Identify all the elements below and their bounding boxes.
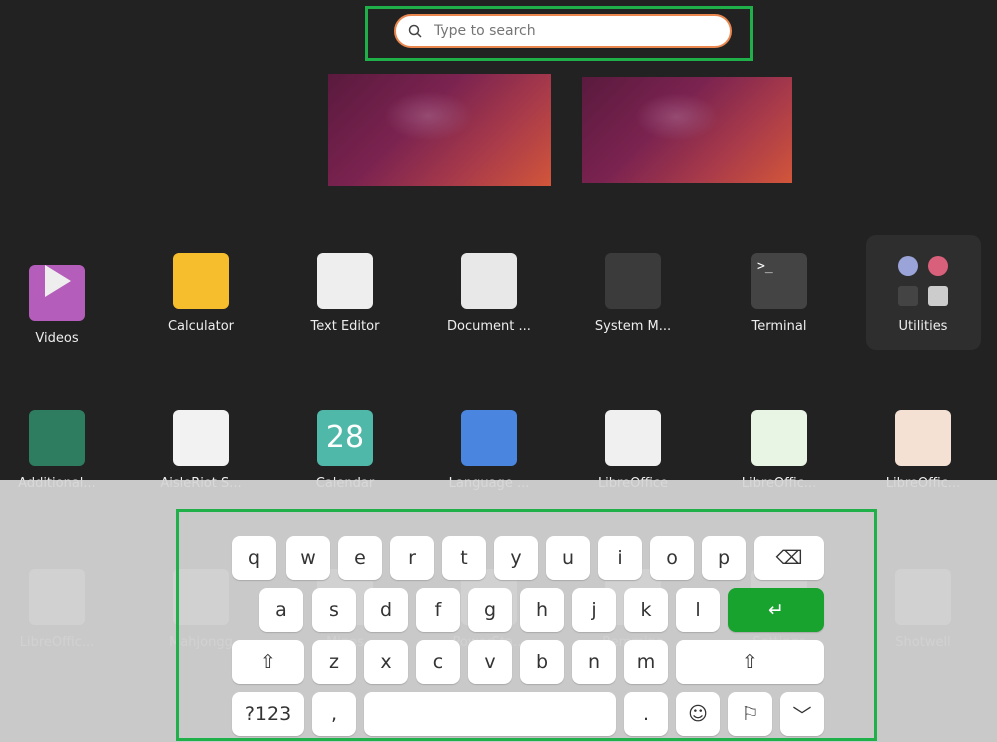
app-language-support[interactable]: Language ...	[419, 410, 559, 491]
key-l[interactable]: l	[676, 588, 720, 632]
key-c[interactable]: c	[416, 640, 460, 684]
app-label: Videos	[35, 331, 79, 346]
symbols-key[interactable]: ?123	[232, 692, 304, 736]
workspace-thumbnail-1[interactable]	[328, 74, 551, 186]
backspace-key[interactable]: ⌫	[754, 536, 824, 580]
libreoffice-impress-icon	[895, 410, 951, 466]
key-y[interactable]: y	[494, 536, 538, 580]
hide-keyboard-key[interactable]: ﹀	[780, 692, 824, 736]
app-calendar[interactable]: 28Calendar	[275, 410, 415, 491]
key-j[interactable]: j	[572, 588, 616, 632]
app-label: System M...	[594, 319, 672, 334]
app-libreoffice-calc[interactable]: LibreOffic...	[709, 410, 849, 491]
utilities-icon	[895, 253, 951, 309]
key-m[interactable]: m	[624, 640, 668, 684]
calendar-icon: 28	[317, 410, 373, 466]
key-i[interactable]: i	[598, 536, 642, 580]
app-libreoffice-impress[interactable]: LibreOffic...	[853, 410, 993, 491]
language-key[interactable]: ⚐	[728, 692, 772, 736]
app-system-monitor[interactable]: System M...	[563, 253, 703, 334]
key-z[interactable]: z	[312, 640, 356, 684]
key-p[interactable]: p	[702, 536, 746, 580]
space-key[interactable]	[364, 692, 616, 736]
key-f[interactable]: f	[416, 588, 460, 632]
key-u[interactable]: u	[546, 536, 590, 580]
key-b[interactable]: b	[520, 640, 564, 684]
enter-key[interactable]: ↵	[728, 588, 824, 632]
workspace-thumbnail-2[interactable]	[582, 77, 792, 183]
search-icon	[408, 24, 422, 38]
key-n[interactable]: n	[572, 640, 616, 684]
libreoffice-calc-icon	[751, 410, 807, 466]
period-key[interactable]: .	[624, 692, 668, 736]
app-document-viewer[interactable]: Document ...	[419, 253, 559, 334]
aisleriot-icon	[173, 410, 229, 466]
key-g[interactable]: g	[468, 588, 512, 632]
shift-key[interactable]: ⇧	[676, 640, 824, 684]
app-label: Document ...	[447, 319, 531, 334]
language-support-icon	[461, 410, 517, 466]
search-field[interactable]	[394, 14, 732, 48]
app-calculator[interactable]: Calculator	[131, 253, 271, 334]
key-a[interactable]: a	[259, 588, 303, 632]
app-label: Text Editor	[310, 319, 380, 334]
app-aisleriot[interactable]: AisleRiot S...	[131, 410, 271, 491]
comma-key[interactable]: ,	[312, 692, 356, 736]
additional-drivers-icon	[29, 410, 85, 466]
terminal-icon: >_	[751, 253, 807, 309]
app-videos[interactable]: Videos	[0, 253, 127, 346]
key-d[interactable]: d	[364, 588, 408, 632]
document-viewer-icon	[461, 253, 517, 309]
key-r[interactable]: r	[390, 536, 434, 580]
app-label: Terminal	[751, 319, 807, 334]
app-additional-drivers[interactable]: Additional...	[0, 410, 127, 491]
app-label: Calculator	[167, 319, 234, 334]
app-label: Utilities	[898, 319, 948, 334]
emoji-key[interactable]: ☺	[676, 692, 720, 736]
key-o[interactable]: o	[650, 536, 694, 580]
videos-icon	[29, 265, 85, 321]
shift-key[interactable]: ⇧	[232, 640, 304, 684]
app-text-editor[interactable]: Text Editor	[275, 253, 415, 334]
key-t[interactable]: t	[442, 536, 486, 580]
key-q[interactable]: q	[232, 536, 276, 580]
key-x[interactable]: x	[364, 640, 408, 684]
key-h[interactable]: h	[520, 588, 564, 632]
key-v[interactable]: v	[468, 640, 512, 684]
system-monitor-icon	[605, 253, 661, 309]
key-k[interactable]: k	[624, 588, 668, 632]
text-editor-icon	[317, 253, 373, 309]
calculator-icon	[173, 253, 229, 309]
app-terminal[interactable]: >_ Terminal	[709, 253, 849, 334]
search-input[interactable]	[434, 23, 694, 39]
key-s[interactable]: s	[312, 588, 356, 632]
libreoffice-icon	[605, 410, 661, 466]
key-e[interactable]: e	[338, 536, 382, 580]
key-w[interactable]: w	[286, 536, 330, 580]
app-utilities[interactable]: Utilities	[853, 253, 993, 334]
app-libreoffice[interactable]: LibreOffice	[563, 410, 703, 491]
